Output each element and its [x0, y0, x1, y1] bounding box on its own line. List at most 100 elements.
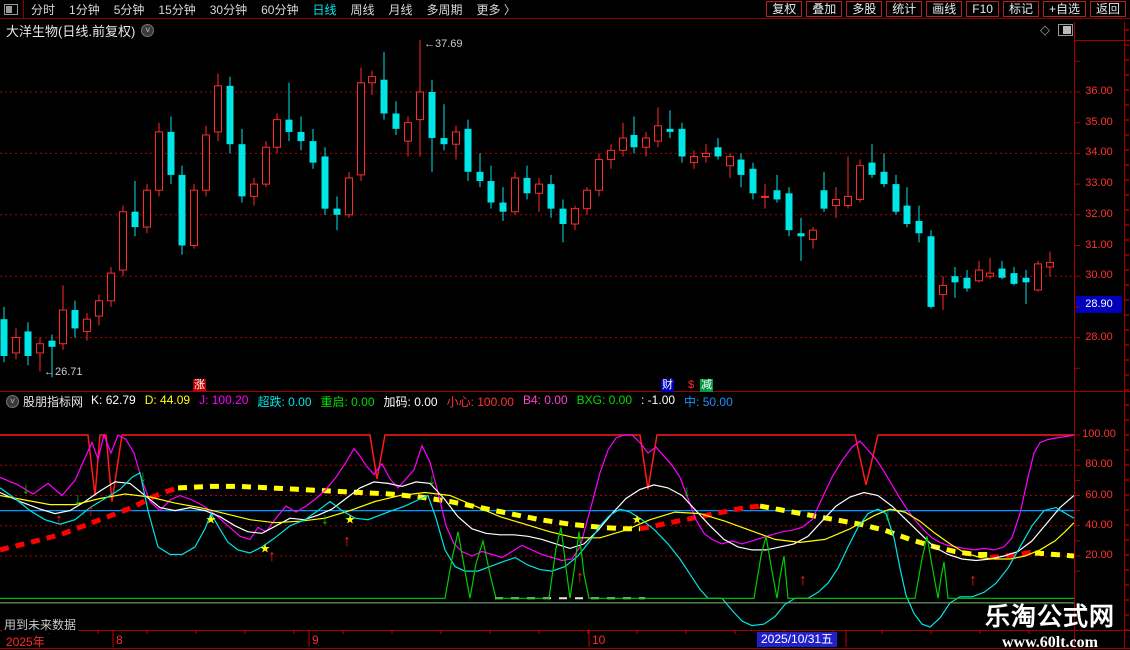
- indicator-chart[interactable]: ↑↑↑↑↑↑↑↓↓↓↓↓↓↓★★★★: [0, 410, 1074, 630]
- axis-tick-marks: [1075, 40, 1081, 640]
- indicator-line-J: [0, 435, 1074, 561]
- indicator-field-重启: 重启: 0.00: [321, 393, 375, 410]
- date-label-8: 8: [116, 633, 123, 647]
- price-axis-label: 32.00: [1076, 208, 1122, 220]
- current-price-tag: 28.90: [1076, 296, 1122, 313]
- toolbar-button-复权[interactable]: 复权: [766, 1, 802, 17]
- indicator-field-J: J: 100.20: [199, 393, 248, 410]
- date-label-9: 9: [312, 633, 319, 647]
- indicator-field-加码: 加码: 0.00: [384, 393, 438, 410]
- sell-arrow-icon: ↓: [74, 491, 82, 508]
- star-icon: ★: [260, 541, 271, 555]
- menu-item-分时[interactable]: 分时: [31, 1, 55, 18]
- tool-buttons: 复权叠加多股统计画线F10标记+自选返回: [762, 1, 1126, 17]
- buy-arrow-icon: ↑: [969, 572, 977, 589]
- menu-item-15分钟[interactable]: 15分钟: [158, 1, 195, 18]
- star-icon: ★: [632, 513, 643, 527]
- trading-app-window: 分时 1分钟 5分钟 15分钟 30分钟 60分钟日线周线月线多周期更多 〉 复权叠加多股…: [0, 0, 1130, 650]
- indicator-field-D: D: 44.09: [145, 393, 190, 410]
- chart-title-row: 大洋生物(日线.前复权) ˅: [0, 20, 1074, 40]
- buy-arrow-icon: ↑: [576, 569, 584, 586]
- toolbar-button-统计[interactable]: 统计: [886, 1, 922, 17]
- watermark: 乐淘公式网 www.60lt.com: [975, 597, 1125, 650]
- toolbar-button-F10[interactable]: F10: [966, 1, 999, 17]
- candlestick-chart[interactable]: [0, 40, 1074, 390]
- window-icons: ◇: [1040, 22, 1073, 38]
- indicator-field-中: 中: 50.00: [684, 393, 733, 410]
- sell-arrow-icon: ↓: [683, 484, 691, 501]
- period-menu: 分时 1分钟 5分钟 15分钟 30分钟 60分钟日线周线月线多周期更多 〉: [24, 1, 762, 18]
- toolbar-button-自选[interactable]: +自选: [1043, 1, 1086, 17]
- watermark-site-name: 乐淘公式网: [975, 597, 1125, 633]
- indicator-axis-label: 60.00: [1076, 489, 1122, 501]
- diamond-icon[interactable]: ◇: [1040, 22, 1050, 38]
- event-badge-财: 财: [661, 379, 674, 392]
- menu-item-1分钟[interactable]: 1分钟: [69, 1, 100, 18]
- axis-top-border: [1074, 40, 1130, 41]
- event-badge-$: $: [687, 379, 695, 392]
- toolbar-button-标记[interactable]: 标记: [1003, 1, 1039, 17]
- menu-item-更多[interactable]: 更多 〉: [477, 1, 516, 18]
- selected-date-tag[interactable]: 2025/10/31五: [757, 632, 837, 647]
- page-title: 大洋生物(日线.前复权): [6, 21, 135, 40]
- buy-arrow-icon: ↑: [799, 572, 807, 589]
- top-menu-bar: 分时 1分钟 5分钟 15分钟 30分钟 60分钟日线周线月线多周期更多 〉 复权叠加多股…: [0, 0, 1130, 19]
- toolbar-button-返回[interactable]: 返回: [1090, 1, 1126, 17]
- toolbar-button-画线[interactable]: 画线: [926, 1, 962, 17]
- app-window-icon[interactable]: [4, 4, 18, 15]
- indicator-field-超跌: 超跌: 0.00: [257, 393, 311, 410]
- watermark-url: www.60lt.com: [975, 634, 1125, 650]
- menu-item-月线[interactable]: 月线: [389, 1, 413, 18]
- date-label-10: 10: [592, 633, 605, 647]
- indicator-axis-label: 40.00: [1076, 519, 1122, 531]
- toolbar-button-叠加[interactable]: 叠加: [806, 1, 842, 17]
- menu-item-周线[interactable]: 周线: [350, 1, 374, 18]
- right-scroll-strip[interactable]: [1125, 22, 1130, 648]
- sell-arrow-icon: ↓: [22, 481, 30, 498]
- indicator-field-B4: B4: 0.00: [523, 393, 568, 410]
- high-price-annotation: ←37.69: [424, 38, 463, 50]
- indicator-field-anon: : -1.00: [641, 393, 675, 410]
- event-badge-减: 减: [700, 379, 713, 392]
- indicator-axis-label: 20.00: [1076, 549, 1122, 561]
- indicator-field-K: K: 62.79: [91, 393, 136, 410]
- indicator-line-caution: [0, 435, 1074, 502]
- sell-arrow-icon: ↓: [428, 471, 436, 488]
- menu-item-30分钟[interactable]: 30分钟: [210, 1, 247, 18]
- date-label-2025年: 2025年: [6, 633, 45, 650]
- buy-arrow-icon: ↑: [87, 503, 95, 520]
- future-data-note: 用到未来数据: [2, 616, 78, 633]
- buy-arrow-icon: ↑: [343, 533, 351, 550]
- menu-item-60分钟[interactable]: 60分钟: [261, 1, 298, 18]
- indicator-axis-label: 100.00: [1076, 428, 1122, 440]
- date-axis: 2025年 8 9 10 2025/10/31五: [0, 631, 1130, 648]
- menu-item-多周期[interactable]: 多周期: [427, 1, 463, 18]
- indicator-field-BXG: BXG: 0.00: [577, 393, 632, 410]
- toolbar-button-多股[interactable]: 多股: [846, 1, 882, 17]
- indicator-values: K: 62.79 D: 44.09 J: 100.20 超跌: 0.00 重启: 0.0…: [91, 393, 742, 410]
- buy-arrow-icon: ↑: [55, 512, 63, 529]
- panel-layout-icon[interactable]: [1058, 24, 1073, 36]
- price-axis-label: 28.00: [1076, 331, 1122, 343]
- indicator-axis-label: 80.00: [1076, 458, 1122, 470]
- price-axis-label: 31.00: [1076, 239, 1122, 251]
- chevron-down-icon[interactable]: ˅: [6, 395, 19, 408]
- event-badge-涨: 涨: [193, 379, 206, 392]
- star-icon: ★: [206, 513, 217, 527]
- menu-item-日线[interactable]: 日线: [312, 1, 336, 18]
- menu-item-5分钟[interactable]: 5分钟: [114, 1, 145, 18]
- price-axis-label: 36.00: [1076, 85, 1122, 97]
- price-axis-label: 33.00: [1076, 177, 1122, 189]
- price-axis-label: 34.00: [1076, 146, 1122, 158]
- indicator-field-小心: 小心: 100.00: [447, 393, 514, 410]
- indicator-header: ˅ 股朋指标网 K: 62.79 D: 44.09 J: 100.20 超跌: 0.0…: [0, 392, 1074, 410]
- indicator-name: 股朋指标网: [23, 393, 83, 410]
- sell-arrow-icon: ↓: [884, 508, 892, 525]
- date-ticks: [0, 630, 1130, 648]
- bottom-border: [0, 648, 1130, 649]
- low-price-annotation: ←26.71: [44, 366, 83, 378]
- sell-arrow-icon: ↓: [321, 511, 329, 528]
- star-icon: ★: [345, 513, 356, 527]
- price-axis-label: 35.00: [1076, 116, 1122, 128]
- chevron-down-icon[interactable]: ˅: [141, 24, 154, 37]
